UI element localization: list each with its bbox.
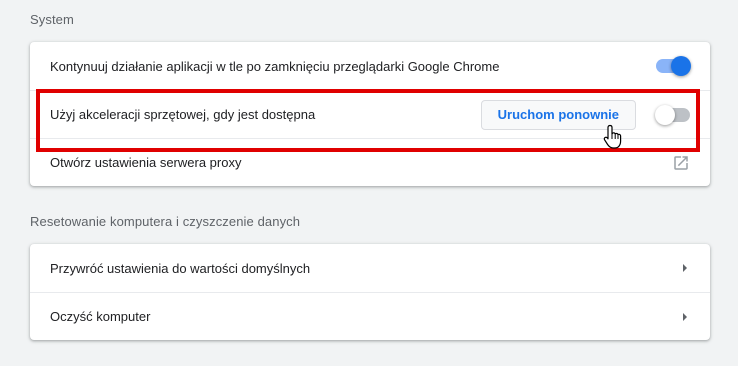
hardware-acceleration-toggle[interactable]	[655, 104, 690, 125]
system-section-title: System	[30, 12, 74, 27]
background-apps-label: Kontynuuj działanie aplikacji w tle po z…	[50, 58, 500, 74]
proxy-settings-label: Otwórz ustawienia serwera proxy	[50, 155, 242, 170]
cleanup-computer-row[interactable]: Oczyść komputer	[30, 292, 710, 340]
toggle-knob	[671, 56, 691, 76]
cleanup-computer-label: Oczyść komputer	[50, 309, 151, 324]
reset-card: Przywróć ustawienia do wartości domyślny…	[30, 244, 710, 340]
chevron-right-icon	[680, 312, 690, 322]
external-link-icon[interactable]	[672, 154, 690, 172]
restore-defaults-row[interactable]: Przywróć ustawienia do wartości domyślny…	[30, 244, 710, 292]
restore-defaults-label: Przywróć ustawienia do wartości domyślny…	[50, 260, 311, 276]
chevron-right-icon	[680, 263, 690, 273]
background-apps-toggle[interactable]	[656, 56, 691, 76]
hand-cursor-icon	[603, 124, 625, 150]
settings-page: System Kontynuuj działanie aplikacji w t…	[0, 0, 738, 366]
toggle-knob	[655, 104, 675, 125]
reset-section-title: Resetowanie komputera i czyszczenie dany…	[30, 214, 301, 229]
system-card: Kontynuuj działanie aplikacji w tle po z…	[30, 42, 710, 186]
background-apps-row[interactable]: Kontynuuj działanie aplikacji w tle po z…	[30, 42, 710, 90]
hardware-acceleration-label: Użyj akceleracji sprzętowej, gdy jest do…	[50, 107, 316, 122]
